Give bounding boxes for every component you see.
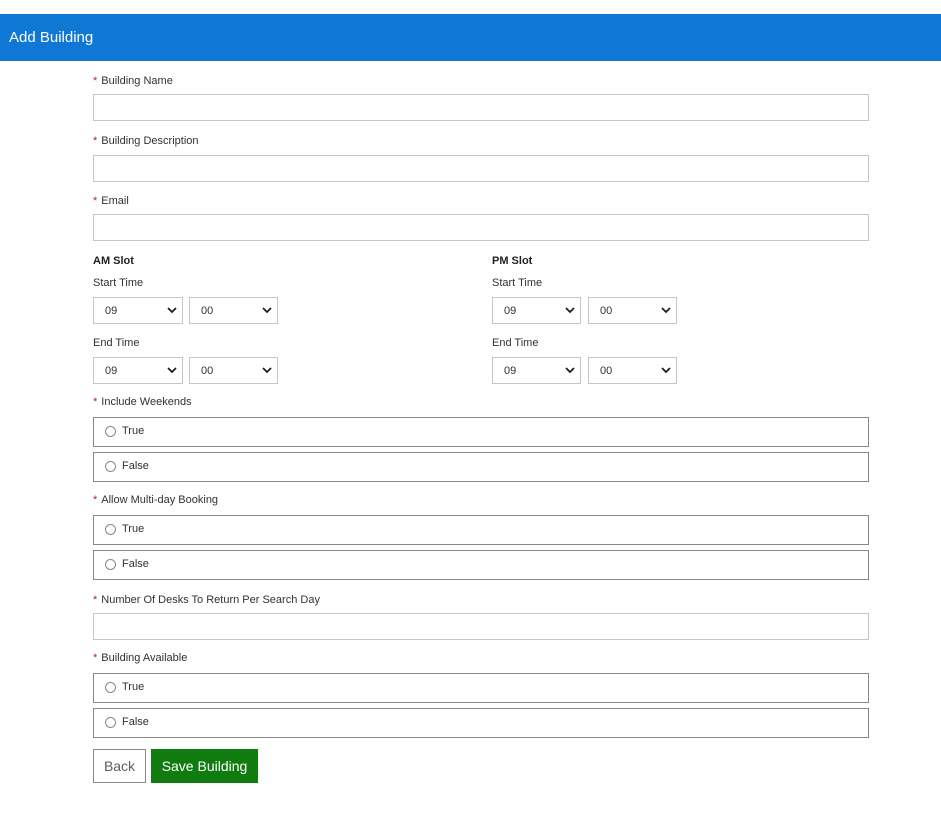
chevron-down-icon — [661, 367, 671, 374]
radio-option-label: False — [122, 460, 149, 472]
radio-option-label: False — [122, 716, 149, 728]
pm-end-minute-select[interactable]: 00 — [588, 357, 677, 384]
required-marker: * — [93, 494, 98, 506]
am-start-hour-value: 09 — [105, 305, 118, 317]
email-input[interactable] — [93, 214, 869, 241]
building-available-label: * Building Available — [93, 652, 187, 664]
chevron-down-icon — [661, 307, 671, 314]
email-label: * Email — [93, 195, 129, 207]
am-end-time-label: End Time — [93, 337, 140, 349]
required-marker: * — [93, 594, 98, 606]
page-header: Add Building — [0, 14, 941, 61]
include-weekends-label: * Include Weekends — [93, 396, 192, 408]
radio-option-label: True — [122, 681, 145, 693]
pm-end-minute-value: 00 — [600, 365, 613, 377]
chevron-down-icon — [167, 307, 177, 314]
building-name-label-text: Building Name — [101, 75, 173, 87]
include-weekends-false-option[interactable]: False — [93, 452, 869, 482]
page-title: Add Building — [9, 29, 94, 46]
include-weekends-label-text: Include Weekends — [101, 396, 192, 408]
email-label-text: Email — [101, 195, 129, 207]
chevron-down-icon — [167, 367, 177, 374]
am-slot-title: AM Slot — [93, 255, 134, 267]
building-available-true-option[interactable]: True — [93, 673, 869, 703]
building-name-label: * Building Name — [93, 75, 173, 87]
radio-circle-icon[interactable] — [105, 524, 116, 535]
chevron-down-icon — [565, 307, 575, 314]
desks-per-day-label-text: Number Of Desks To Return Per Search Day — [101, 594, 320, 606]
pm-slot-title: PM Slot — [492, 255, 533, 267]
building-description-label: * Building Description — [93, 135, 199, 147]
am-end-hour-value: 09 — [105, 365, 118, 377]
am-end-minute-value: 00 — [201, 365, 214, 377]
radio-circle-icon[interactable] — [105, 717, 116, 728]
pm-end-hour-value: 09 — [504, 365, 517, 377]
required-marker: * — [93, 195, 98, 207]
building-description-label-text: Building Description — [101, 135, 199, 147]
am-start-hour-select[interactable]: 09 — [93, 297, 183, 324]
building-available-label-text: Building Available — [101, 652, 188, 664]
am-start-minute-value: 00 — [201, 305, 214, 317]
include-weekends-true-option[interactable]: True — [93, 417, 869, 447]
pm-start-hour-select[interactable]: 09 — [492, 297, 581, 324]
pm-start-hour-value: 09 — [504, 305, 517, 317]
required-marker: * — [93, 652, 98, 664]
required-marker: * — [93, 396, 98, 408]
pm-start-time-label: Start Time — [492, 277, 543, 289]
radio-circle-icon[interactable] — [105, 682, 116, 693]
pm-end-time-label: End Time — [492, 337, 539, 349]
radio-circle-icon[interactable] — [105, 426, 116, 437]
radio-option-label: True — [122, 523, 145, 535]
desks-per-day-label: * Number Of Desks To Return Per Search Da… — [93, 594, 320, 606]
am-end-minute-select[interactable]: 00 — [189, 357, 278, 384]
building-available-false-option[interactable]: False — [93, 708, 869, 738]
multi-day-true-option[interactable]: True — [93, 515, 869, 545]
building-description-input[interactable] — [93, 155, 869, 182]
save-building-button[interactable]: Save Building — [151, 749, 258, 783]
building-name-input[interactable] — [93, 94, 869, 121]
am-end-hour-select[interactable]: 09 — [93, 357, 183, 384]
pm-start-minute-select[interactable]: 00 — [588, 297, 677, 324]
multi-day-booking-label: * Allow Multi-day Booking — [93, 494, 218, 506]
am-start-minute-select[interactable]: 00 — [189, 297, 278, 324]
chevron-down-icon — [262, 307, 272, 314]
pm-end-hour-select[interactable]: 09 — [492, 357, 581, 384]
radio-option-label: True — [122, 425, 145, 437]
multi-day-booking-label-text: Allow Multi-day Booking — [101, 494, 219, 506]
chevron-down-icon — [262, 367, 272, 374]
required-marker: * — [93, 135, 98, 147]
chevron-down-icon — [565, 367, 575, 374]
required-marker: * — [93, 75, 98, 87]
radio-option-label: False — [122, 558, 149, 570]
pm-start-minute-value: 00 — [600, 305, 613, 317]
radio-circle-icon[interactable] — [105, 559, 116, 570]
multi-day-false-option[interactable]: False — [93, 550, 869, 580]
am-start-time-label: Start Time — [93, 277, 144, 289]
back-button[interactable]: Back — [93, 749, 146, 783]
desks-per-day-input[interactable] — [93, 613, 869, 640]
radio-circle-icon[interactable] — [105, 461, 116, 472]
